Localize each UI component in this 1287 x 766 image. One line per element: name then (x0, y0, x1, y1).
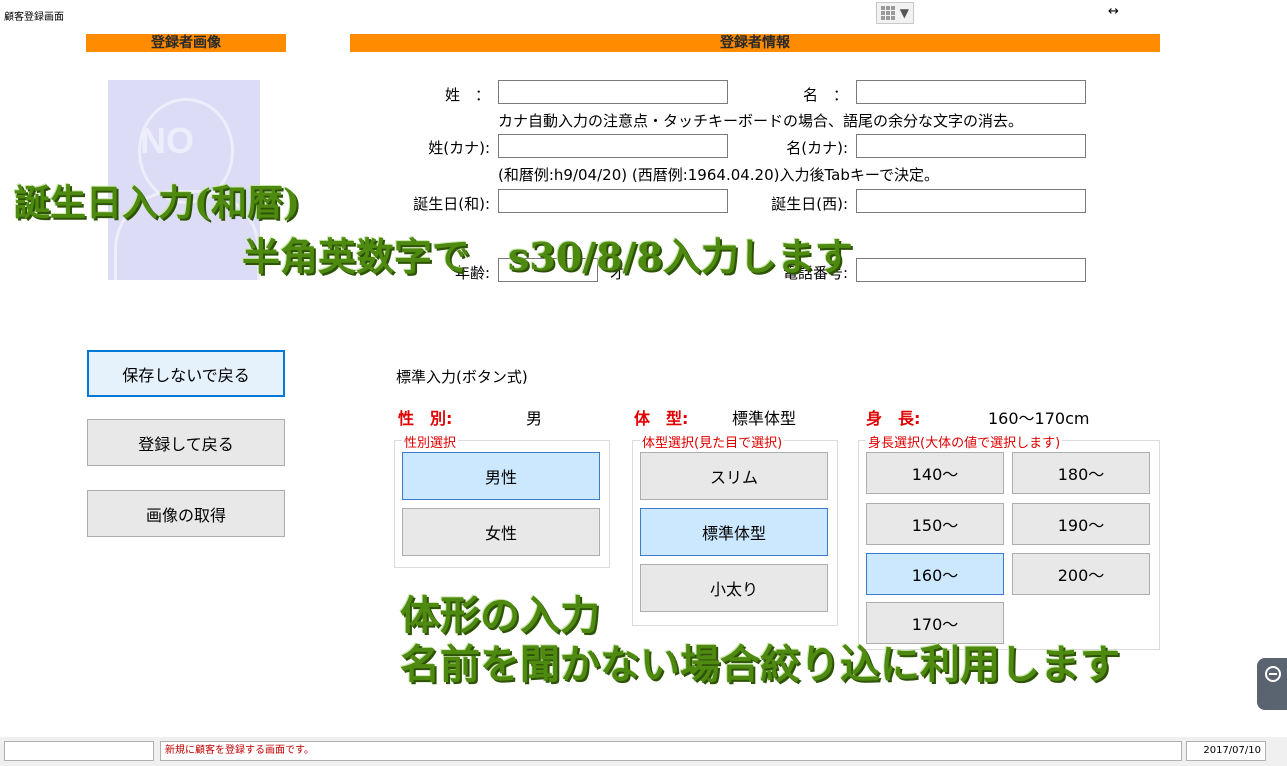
height-summary-label: 身 長: (866, 409, 921, 428)
minus-circle-icon (1265, 666, 1281, 682)
birth-sei-label: 誕生日(西): (771, 195, 848, 213)
birth-sei-input[interactable] (856, 189, 1086, 213)
birthdate-overlay-hint: 半角英数字で s30/8/8入力します (242, 234, 853, 279)
image-section-header: 登録者画像 (86, 34, 286, 52)
gender-summary-label: 性 別: (398, 409, 453, 428)
height-group-legend: 身長選択(大体の値で選択します) (866, 432, 1063, 451)
first-name-input[interactable] (856, 80, 1086, 104)
gender-female-button[interactable]: 女性 (402, 508, 600, 556)
body-overlay-hint: 名前を聞かない場合絞り込に利用します (400, 641, 1120, 688)
body-summary-value: 標準体型 (732, 409, 797, 428)
height-160-button[interactable]: 160～ (866, 553, 1004, 595)
gender-summary-value: 男 (526, 409, 543, 428)
window-title: 顧客登録画面 (4, 12, 64, 23)
kana-note: カナ自動入力の注意点・タッチキーボードの場合、語尾の余分な文字の消去。 (498, 112, 1024, 130)
body-slim-button[interactable]: スリム (640, 452, 828, 500)
body-summary-label: 体 型: (634, 409, 689, 428)
last-kana-label: 姓(カナ): (428, 139, 490, 157)
first-name-label: 名 ： (802, 86, 848, 104)
last-name-input[interactable] (498, 80, 728, 104)
get-image-button[interactable]: 画像の取得 (87, 490, 285, 537)
height-140-button[interactable]: 140～ (866, 452, 1004, 494)
no-image-text: NO (140, 120, 194, 161)
last-name-label: 姓 ： (444, 86, 490, 104)
height-180-button[interactable]: 180～ (1012, 452, 1150, 494)
resize-icon[interactable]: ↔ (1108, 4, 1119, 19)
birth-wa-label: 誕生日(和): (413, 195, 490, 213)
body-chubby-button[interactable]: 小太り (640, 564, 828, 612)
grid-icon (881, 6, 895, 20)
standard-input-title: 標準入力(ボタン式) (396, 368, 528, 386)
body-standard-button[interactable]: 標準体型 (640, 508, 828, 556)
gender-male-button[interactable]: 男性 (402, 452, 600, 500)
height-190-button[interactable]: 190～ (1012, 503, 1150, 545)
register-and-back-button[interactable]: 登録して戻る (87, 419, 285, 466)
side-panel-tab[interactable] (1257, 658, 1287, 710)
height-150-button[interactable]: 150～ (866, 503, 1004, 545)
body-group-legend: 体型選択(見た目で選択) (640, 432, 785, 451)
birth-wa-input[interactable] (498, 189, 728, 213)
height-summary-value: 160～170cm (988, 409, 1090, 428)
first-kana-label: 名(カナ): (786, 139, 848, 157)
gender-group-legend: 性別選択 (402, 432, 459, 451)
last-kana-input[interactable] (498, 134, 728, 158)
view-dropdown[interactable]: ▼ (876, 2, 914, 24)
back-without-save-button[interactable]: 保存しないで戻る (87, 350, 285, 397)
status-date: 2017/07/10 (1186, 741, 1266, 761)
status-message: 新規に顧客を登録する画面です。 (160, 741, 1182, 761)
date-format-note: (和暦例:h9/04/20) (西暦例:1964.04.20)入力後Tabキーで… (498, 166, 939, 184)
birthdate-overlay-title: 誕生日入力(和暦) (14, 182, 301, 224)
status-cell-empty (4, 741, 154, 761)
info-section-header: 登録者情報 (350, 34, 1160, 52)
first-kana-input[interactable] (856, 134, 1086, 158)
chevron-down-icon: ▼ (899, 6, 909, 20)
phone-input[interactable] (856, 258, 1086, 282)
height-200-button[interactable]: 200～ (1012, 553, 1150, 595)
